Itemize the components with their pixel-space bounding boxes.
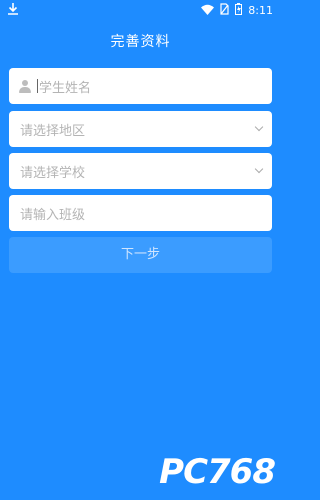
watermark-logo: PC768	[159, 452, 276, 492]
page-title: 完善资料	[110, 34, 171, 50]
person-icon	[19, 79, 31, 93]
school-select[interactable]: 请选择学校	[9, 153, 272, 189]
school-placeholder: 请选择学校	[20, 165, 86, 181]
next-step-button[interactable]: 下一步	[9, 237, 272, 273]
battery-icon	[235, 3, 243, 18]
region-select[interactable]: 请选择地区	[9, 111, 272, 147]
chevron-down-icon	[254, 122, 264, 132]
clock: 8:11	[248, 4, 273, 17]
class-placeholder: 请输入班级	[20, 207, 86, 223]
download-icon	[8, 3, 18, 18]
text-cursor	[37, 79, 38, 93]
class-input[interactable]: 请输入班级	[9, 195, 272, 231]
no-sim-icon	[220, 3, 229, 18]
status-bar: 8:11	[0, 0, 281, 20]
chevron-down-icon	[254, 164, 264, 174]
student-name-placeholder: 学生姓名	[39, 80, 92, 96]
student-name-field[interactable]: 学生姓名	[9, 68, 272, 104]
wifi-icon	[201, 4, 215, 18]
region-placeholder: 请选择地区	[20, 123, 86, 139]
